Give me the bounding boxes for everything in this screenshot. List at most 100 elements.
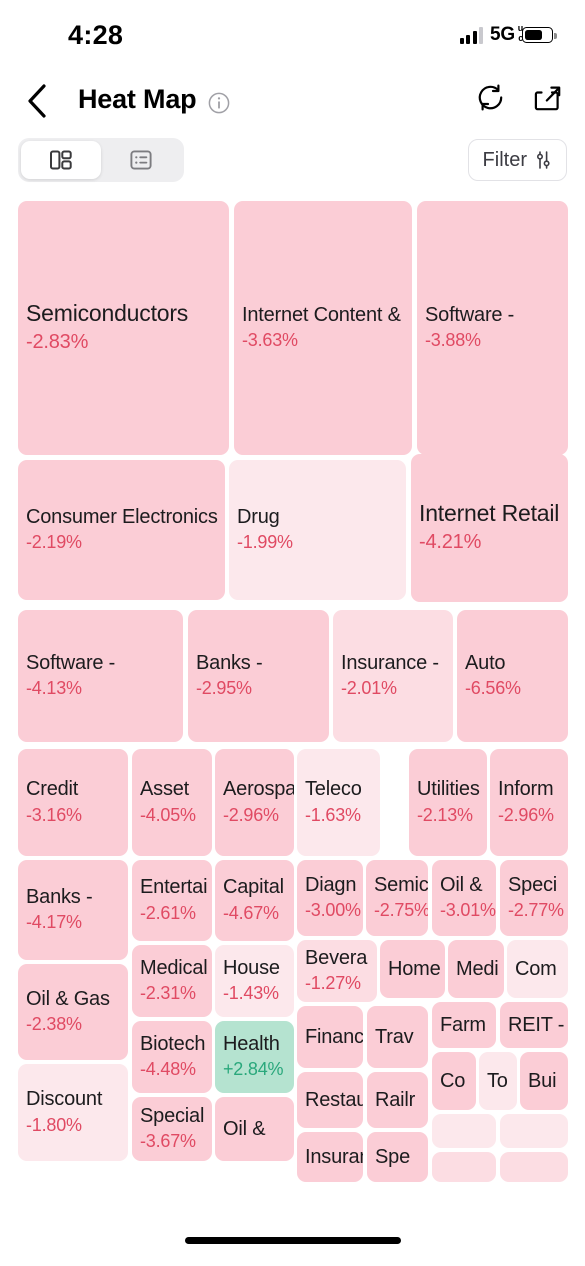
treemap-tile[interactable]: Oil & -3.01% (432, 860, 496, 936)
refresh-button[interactable] (475, 82, 506, 118)
tile-label: Utilities (417, 778, 480, 801)
treemap-tile[interactable]: Com (507, 940, 568, 998)
treemap-tile[interactable]: Co (432, 1052, 476, 1110)
treemap-tile[interactable]: Home (380, 940, 445, 998)
tile-label: Banks - (196, 651, 263, 674)
treemap-tile[interactable]: Banks - -4.17% (18, 860, 128, 960)
tile-change-value: -4.21% (419, 531, 482, 554)
tile-change-value: -2.96% (223, 804, 279, 825)
treemap-tile[interactable]: Biotech -4.48% (132, 1021, 212, 1093)
tile-change-value: -3.67% (140, 1131, 196, 1151)
treemap-tile[interactable]: Medi (448, 940, 504, 998)
treemap-tile[interactable]: Bui (520, 1052, 568, 1110)
tile-label: Insuran (305, 1145, 363, 1168)
treemap-tile[interactable]: Entertai -2.61% (132, 860, 212, 941)
treemap-tile[interactable]: Credit -3.16% (18, 749, 128, 856)
controls-row: Filter (0, 138, 585, 186)
tile-label: Asset (140, 778, 190, 801)
treemap-tile[interactable]: Oil & (215, 1097, 294, 1161)
tile-label: Semic (374, 873, 428, 896)
treemap-tile[interactable]: Capital -4.67% (215, 860, 294, 941)
treemap-tile[interactable]: Health +2.84% (215, 1021, 294, 1093)
chevron-left-icon (28, 84, 46, 118)
treemap-tile[interactable]: Speci -2.77% (500, 860, 568, 936)
treemap-tile[interactable]: Discount -1.80% (18, 1064, 128, 1161)
tile-label: Co (440, 1069, 466, 1092)
treemap-tile[interactable]: Insurance - -2.01% (333, 610, 453, 742)
treemap-tile[interactable]: Internet Retail -4.21% (411, 454, 568, 602)
tile-label: Oil & (440, 873, 483, 896)
tile-change-value: -3.01% (440, 900, 496, 920)
treemap-tile[interactable]: House -1.43% (215, 945, 294, 1017)
treemap-tile[interactable]: Banks - -2.95% (188, 610, 329, 742)
tile-label: Diagn (305, 873, 357, 896)
treemap-tile[interactable]: Insuran (297, 1132, 363, 1182)
tile-change-value: -2.83% (26, 331, 89, 354)
treemap-tile[interactable]: Consumer Electronics -2.19% (18, 460, 225, 600)
tile-label: Inform (498, 778, 554, 801)
tile-change-value: -2.19% (26, 532, 82, 552)
tile-change-value: -3.88% (425, 330, 481, 350)
treemap-tile[interactable]: Trav (367, 1006, 428, 1068)
treemap-tile[interactable]: Spe (367, 1132, 428, 1182)
view-mode-grid-tab[interactable] (21, 141, 101, 179)
heat-map-treemap[interactable]: Semiconductors -2.83% Internet Content & -3… (0, 196, 585, 1190)
treemap-tile[interactable]: To (479, 1052, 517, 1110)
treemap-tile-empty[interactable] (500, 1114, 568, 1148)
treemap-tile[interactable]: Bevera -1.27% (297, 940, 377, 1002)
treemap-tile[interactable]: Auto -6.56% (457, 610, 568, 742)
tile-change-value: -2.75% (374, 900, 428, 920)
treemap-tile[interactable]: Aerospa -2.96% (215, 749, 294, 856)
treemap-tile-empty[interactable] (432, 1114, 496, 1148)
view-mode-list-tab[interactable] (101, 141, 181, 179)
treemap-tile[interactable]: Asset -4.05% (132, 749, 212, 856)
treemap-tile[interactable]: Diagn -3.00% (297, 860, 363, 936)
treemap-tile[interactable]: Inform -2.96% (490, 749, 568, 856)
tile-change-value: -2.31% (140, 983, 196, 1003)
treemap-tile[interactable]: Medical -2.31% (132, 945, 212, 1017)
nav-action-group (475, 82, 563, 118)
tile-change-value: -3.16% (26, 804, 82, 825)
treemap-tile[interactable]: Software - -4.13% (18, 610, 183, 742)
back-button[interactable] (14, 78, 60, 124)
filter-button[interactable]: Filter (467, 139, 567, 181)
treemap-tile[interactable]: Restau (297, 1072, 363, 1128)
treemap-tile[interactable]: Farm (432, 1002, 496, 1048)
tile-label: Discount (26, 1088, 103, 1111)
treemap-tile[interactable]: Software - -3.88% (417, 201, 568, 455)
page-title: Heat Map (78, 84, 197, 114)
tile-label: REIT - (508, 1013, 565, 1036)
refresh-icon (478, 84, 503, 111)
treemap-tile-empty[interactable] (500, 1152, 568, 1182)
tile-label: Spe (375, 1145, 410, 1168)
view-mode-segmented-control[interactable] (18, 138, 184, 182)
tile-change-value: -2.01% (341, 678, 397, 698)
tile-change-value: -1.43% (223, 983, 279, 1003)
treemap-tile[interactable]: Semiconductors -2.83% (18, 201, 229, 455)
treemap-tile[interactable]: Railr (367, 1072, 428, 1128)
tile-change-value: -4.05% (140, 804, 196, 825)
treemap-tile[interactable]: REIT - (500, 1002, 568, 1048)
treemap-tile[interactable]: Internet Content & -3.63% (234, 201, 412, 455)
share-button[interactable] (532, 82, 563, 118)
treemap-tile[interactable]: Financi (297, 1006, 363, 1068)
network-type-label: 5G u c (490, 23, 523, 45)
treemap-tile[interactable]: Teleco -1.63% (297, 749, 380, 856)
treemap-tile[interactable]: Utilities -2.13% (409, 749, 487, 856)
list-view-icon (130, 150, 152, 170)
treemap-tile[interactable]: Special -3.67% (132, 1097, 212, 1161)
share-icon (534, 86, 561, 111)
tile-label: Software - (425, 303, 515, 326)
tile-label: Teleco (305, 778, 362, 801)
tile-label: Auto (465, 651, 506, 674)
tile-label: Special (140, 1104, 205, 1127)
treemap-tile[interactable]: Drug -1.99% (229, 460, 406, 600)
tile-label: Consumer Electronics (26, 505, 218, 528)
filter-button-label: Filter (482, 148, 527, 171)
treemap-tile-empty[interactable] (432, 1152, 496, 1182)
treemap-tile[interactable]: Semic -2.75% (366, 860, 428, 936)
info-button[interactable] (208, 92, 230, 114)
cellular-signal-icon (459, 26, 484, 44)
tile-change-value: -2.61% (140, 902, 196, 923)
treemap-tile[interactable]: Oil & Gas -2.38% (18, 964, 128, 1060)
